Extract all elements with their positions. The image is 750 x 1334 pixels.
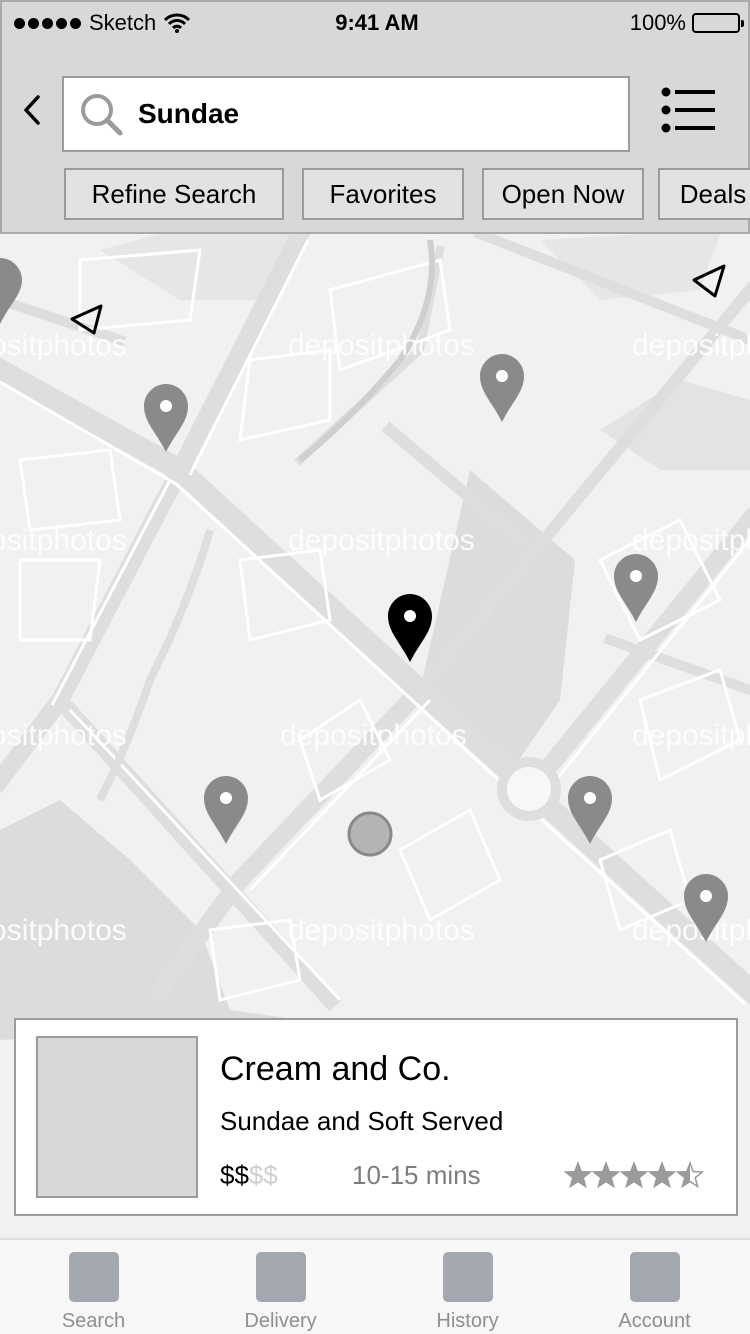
list-view-button[interactable] bbox=[660, 86, 718, 134]
search-query: Sundae bbox=[138, 98, 240, 129]
watermark-text: depositphotos bbox=[0, 719, 127, 752]
delivery-tab-icon bbox=[255, 1252, 306, 1302]
status-bar: Sketch 9:41 AM 100% bbox=[2, 2, 750, 42]
watermark-text: depositphotos bbox=[288, 914, 475, 947]
battery-percent: 100% bbox=[629, 10, 686, 35]
watermark-text: depositphotos bbox=[0, 329, 127, 362]
star-filled-icon bbox=[621, 1163, 647, 1187]
delivery-time: 10-15 mins bbox=[352, 1160, 481, 1190]
result-thumbnail bbox=[36, 1036, 198, 1198]
watermark-text: depositphotos bbox=[632, 524, 750, 557]
tab-label: Search bbox=[61, 1310, 126, 1332]
price-inactive: $$ bbox=[248, 1160, 278, 1190]
watermark-text: depositphotos bbox=[280, 719, 467, 752]
status-right: 100% bbox=[629, 10, 744, 36]
chevron-left-icon bbox=[24, 95, 40, 125]
header-bar: Sketch 9:41 AM 100% Sundae Refine Search… bbox=[0, 0, 750, 234]
watermark-text: depositphotos bbox=[288, 524, 475, 557]
search-icon bbox=[81, 94, 123, 136]
watermark-text: depositphotos bbox=[632, 329, 750, 362]
account-tab-icon bbox=[629, 1252, 680, 1302]
watermark-text: depositphotos bbox=[632, 914, 750, 947]
search-input[interactable]: Sundae bbox=[62, 76, 630, 152]
filter-chips: Refine Search Favorites Open Now Deals bbox=[62, 168, 750, 220]
filter-open-now[interactable]: Open Now bbox=[482, 168, 644, 220]
back-button[interactable] bbox=[16, 90, 48, 130]
tab-label: Account bbox=[618, 1310, 691, 1332]
filter-deals[interactable]: Deals bbox=[658, 168, 750, 220]
search-tab-icon bbox=[68, 1252, 119, 1302]
watermark-text: depositphotos bbox=[632, 719, 750, 752]
filter-favorites[interactable]: Favorites bbox=[302, 168, 464, 220]
result-subtitle: Sundae and Soft Served bbox=[220, 1106, 504, 1136]
watermark-text: depositphotos bbox=[0, 914, 127, 947]
tab-search[interactable]: Search bbox=[0, 1240, 187, 1334]
price-level: $$$$ bbox=[220, 1160, 278, 1191]
star-filled-icon bbox=[593, 1163, 619, 1187]
tab-account[interactable]: Account bbox=[561, 1240, 748, 1334]
price-active: $$ bbox=[220, 1160, 249, 1190]
list-icon bbox=[661, 87, 715, 133]
history-tab-icon bbox=[442, 1252, 493, 1302]
tab-label: History bbox=[436, 1310, 499, 1332]
watermark-text: depositphotos bbox=[288, 329, 475, 362]
result-card[interactable]: Cream and Co. Sundae and Soft Served $$$… bbox=[14, 1018, 738, 1216]
star-filled-icon bbox=[565, 1163, 591, 1187]
result-title: Cream and Co. bbox=[220, 1050, 451, 1088]
tab-history[interactable]: History bbox=[374, 1240, 561, 1334]
tab-label: Delivery bbox=[244, 1310, 317, 1332]
star-filled-icon bbox=[649, 1163, 675, 1187]
tab-delivery[interactable]: Delivery bbox=[187, 1240, 374, 1334]
filter-refine-search[interactable]: Refine Search bbox=[64, 168, 284, 220]
watermark-text: depositphotos bbox=[0, 524, 127, 557]
star-rating bbox=[564, 1160, 704, 1189]
tab-bar: Search Delivery History Account bbox=[0, 1238, 750, 1334]
battery-icon bbox=[692, 13, 744, 33]
current-location-icon bbox=[347, 811, 393, 857]
